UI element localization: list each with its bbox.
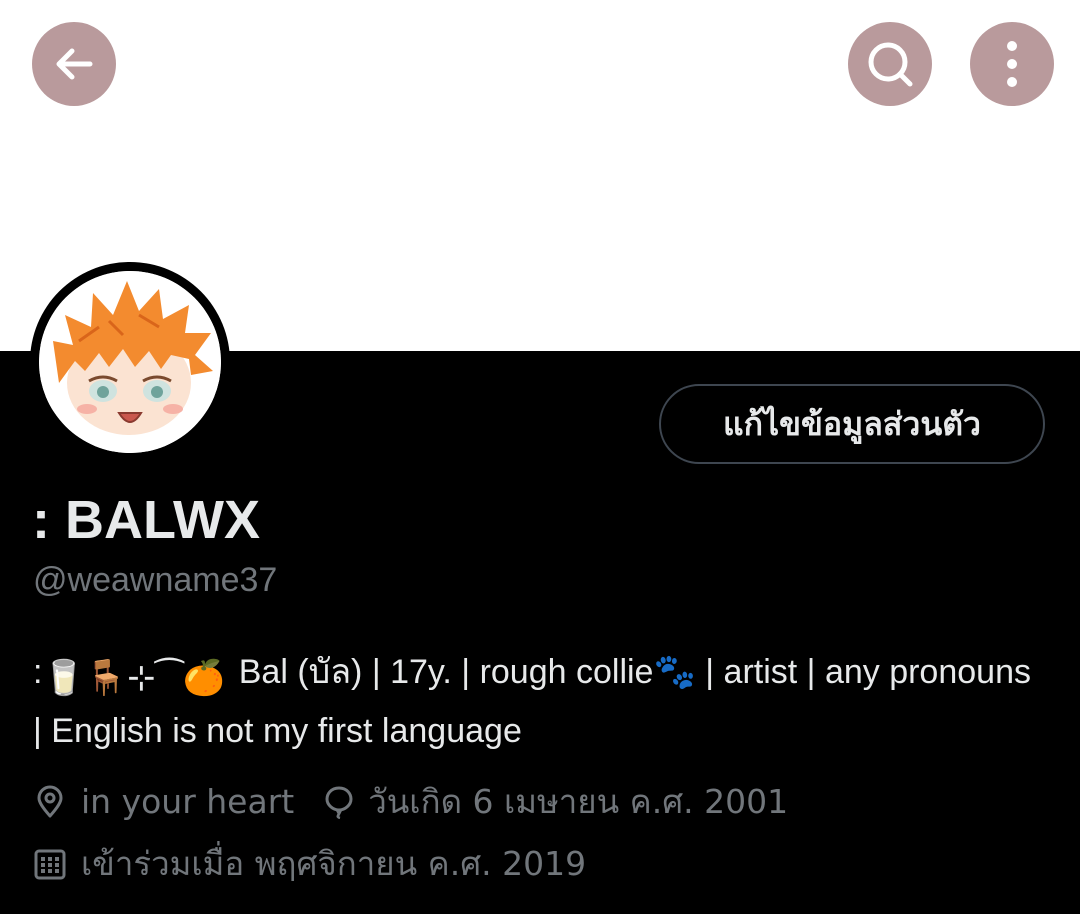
location-pin-icon: [37, 785, 63, 818]
calendar-icon: [34, 849, 66, 880]
bio-prefix: :: [33, 653, 43, 691]
profile-meta-row: in your heart วันเกิด 6 เมษายน ค.ศ. 2001: [33, 780, 788, 824]
avatar-image: [39, 271, 221, 453]
display-name: : BALWX: [32, 490, 260, 550]
profile-joined-row: เข้าร่วมเมื่อ พฤศจิกายน ค.ศ. 2019: [33, 842, 586, 886]
location-text: in your heart: [81, 782, 295, 821]
edit-profile-button[interactable]: แก้ไขข้อมูลส่วนตัว: [659, 384, 1045, 464]
profile-bio: :🥛🪑⊹⁀🍊 Bal (บัล) | 17y. | rough collie🐾 …: [33, 646, 1043, 758]
profile-avatar[interactable]: [30, 262, 230, 462]
edit-profile-label: แก้ไขข้อมูลส่วนตัว: [723, 404, 981, 443]
more-options-button[interactable]: [970, 22, 1054, 106]
birthday-text: วันเกิด 6 เมษายน ค.ศ. 2001: [368, 782, 789, 821]
joined-date-text: เข้าร่วมเมื่อ พฤศจิกายน ค.ศ. 2019: [81, 844, 587, 883]
balloon-icon: [325, 786, 353, 819]
bio-emoji-sequence: 🥛🪑⊹⁀🍊: [42, 659, 226, 697]
back-button[interactable]: [32, 22, 116, 106]
more-vertical-icon: [1007, 41, 1017, 87]
bio-text-part1: Bal (บัล) | 17y. | rough collie: [238, 653, 654, 691]
username-handle: @weawname37: [33, 561, 278, 599]
search-icon: [868, 42, 913, 87]
paw-emoji: 🐾: [653, 653, 696, 691]
search-button[interactable]: [848, 22, 932, 106]
arrow-left-icon: [56, 48, 93, 80]
